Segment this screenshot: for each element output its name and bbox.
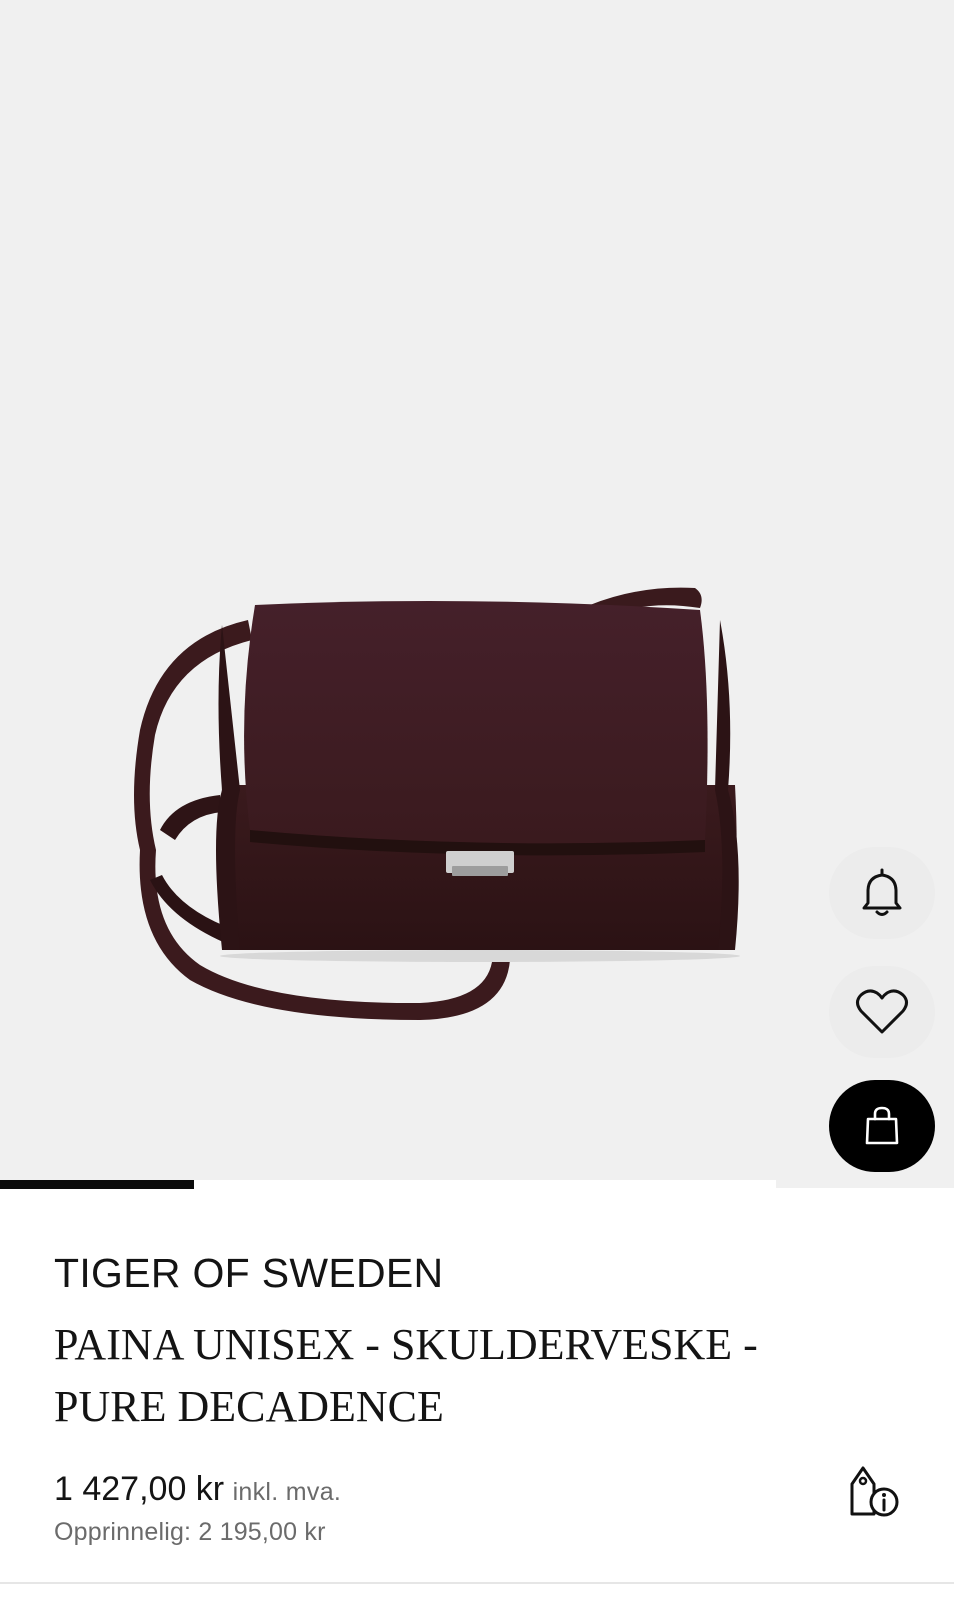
price-tag-info-icon	[850, 1466, 899, 1517]
heart-icon	[856, 989, 908, 1034]
brand-name[interactable]: TIGER OF SWEDEN	[54, 1250, 443, 1297]
price-row: 1 427,00 kr inkl. mva.	[54, 1470, 341, 1509]
product-image	[134, 587, 740, 1020]
shopping-bag-icon	[865, 1106, 899, 1145]
product-image-gallery[interactable]	[0, 0, 954, 1188]
add-to-cart-button[interactable]	[829, 1080, 935, 1172]
wishlist-button[interactable]	[829, 966, 935, 1058]
notify-button[interactable]	[829, 847, 935, 939]
current-price: 1 427,00 kr	[54, 1470, 225, 1508]
product-title: PAINA UNISEX - SKULDERVESKE - PURE DECAD…	[54, 1320, 758, 1431]
vat-note: inkl. mva.	[232, 1478, 342, 1506]
gallery-progress-indicator	[0, 1180, 194, 1189]
bell-icon	[862, 868, 902, 916]
original-price: Opprinnelig: 2 195,00 kr	[54, 1518, 326, 1546]
divider	[0, 1582, 954, 1584]
price-info-button[interactable]	[846, 1462, 906, 1522]
